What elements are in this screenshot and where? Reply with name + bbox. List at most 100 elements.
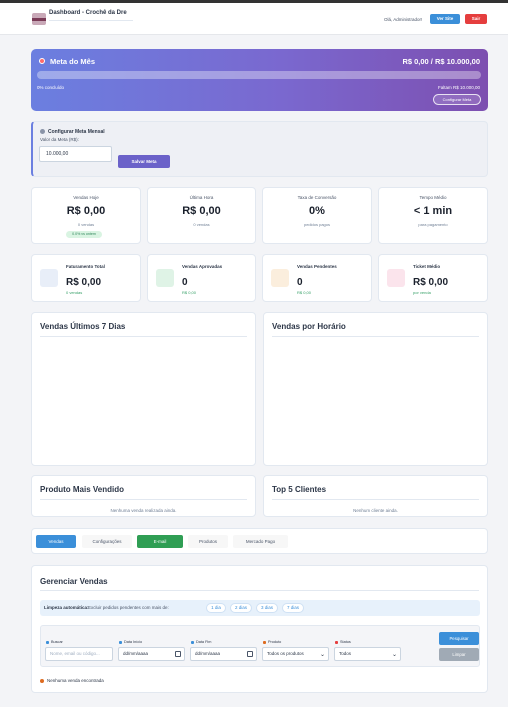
- view-site-button[interactable]: Ver Site: [430, 14, 460, 24]
- product-select[interactable]: Todos os produtos ⌄: [262, 647, 329, 661]
- chevron-down-icon: ⌄: [391, 652, 397, 658]
- goal-percent: 0% concluído: [37, 85, 65, 90]
- kpi-value: R$ 0,00: [413, 277, 449, 288]
- stat-label: Vendas Hoje: [73, 195, 99, 200]
- search-label: Buscar: [46, 640, 63, 644]
- tab-produtos[interactable]: Produtos: [188, 535, 228, 548]
- start-date-label: Data Início: [119, 640, 142, 644]
- panel-title: Vendas Últimos 7 Dias: [40, 322, 126, 331]
- status-select[interactable]: Todos ⌄: [334, 647, 401, 661]
- divider: [272, 336, 479, 337]
- tab-vendas[interactable]: Vendas: [36, 535, 76, 548]
- auto-cleanup-bar: Limpeza automática: Excluir pedidos pend…: [40, 600, 480, 616]
- stat-value: R$ 0,00: [182, 205, 221, 217]
- stat-sub: 0 vendas: [77, 222, 95, 227]
- goal-progress-bar: [37, 71, 481, 79]
- logo: [32, 13, 46, 25]
- empty-message: Nenhuma venda realizada ainda.: [110, 508, 177, 513]
- money-bag-icon: [40, 269, 58, 287]
- kpi-value: 0: [182, 277, 188, 288]
- goal-title: Meta do Mês: [50, 57, 96, 66]
- manage-sales-title: Gerenciar Vendas: [40, 577, 108, 586]
- stat-label: Tempo Médio: [419, 195, 447, 200]
- goal-value-input[interactable]: 10.000,00: [39, 146, 112, 162]
- cleanup-text: Excluir pedidos pendentes com mais de:: [88, 605, 169, 610]
- panel-title: Produto Mais Vendido: [40, 485, 125, 494]
- manage-sales-panel: Gerenciar Vendas Limpeza automática: Exc…: [31, 565, 488, 693]
- kpi-card-pending: Vendas Pendentes 0 R$ 0,00: [262, 254, 372, 302]
- filters-panel: Buscar Nome, email ou código... Data Iní…: [40, 625, 480, 667]
- stat-label: Última Hora: [189, 195, 214, 200]
- stat-sub: pedidos pagos: [303, 222, 331, 227]
- divider: [272, 499, 479, 500]
- kpi-sub: R$ 0,00: [297, 290, 312, 295]
- kpi-label: Faturamento Total: [66, 264, 105, 269]
- stat-card-last-hour: Última Hora R$ 0,00 0 vendas: [147, 187, 256, 244]
- empty-message: Nenhum cliente ainda.: [353, 508, 398, 513]
- top-header: Dashboard - Crochê da Dre Olá, Administr…: [0, 3, 508, 35]
- kpi-sub: R$ 0,00: [182, 290, 197, 295]
- cleanup-2-days-button[interactable]: 2 dias: [230, 603, 252, 613]
- monthly-goal-banner: Meta do Mês R$ 0,00 / R$ 10.000,00 0% co…: [31, 49, 488, 111]
- gear-icon: [40, 129, 45, 134]
- bar-chart-icon: [387, 269, 405, 287]
- no-sales-message: Nenhuma venda encontrada: [40, 678, 104, 683]
- sales-week-panel: Vendas Últimos 7 Dias: [31, 312, 256, 466]
- end-date-input[interactable]: dd/mm/aaaa: [190, 647, 257, 661]
- stat-card-conversion: Taxa de Conversão 0% pedidos pagos: [262, 187, 372, 244]
- panel-title: Top 5 Clientes: [272, 485, 327, 494]
- goal-remaining: Faltam R$ 10.000,00: [437, 85, 480, 90]
- page-title: Dashboard - Crochê da Dre: [49, 10, 127, 16]
- goal-amount: R$ 0,00 / R$ 10.000,00: [402, 57, 480, 66]
- goal-config-panel: Configurar Meta Mensal Valor da Meta (R$…: [31, 121, 488, 177]
- hourglass-icon: [271, 269, 289, 287]
- tab-email[interactable]: E-mail: [137, 535, 183, 548]
- cleanup-1-day-button[interactable]: 1 dia: [206, 603, 226, 613]
- stat-card-today: Vendas Hoje R$ 0,00 0 vendas 0.0% vs ont…: [31, 187, 141, 244]
- stat-sub: 0 vendas: [193, 222, 210, 227]
- kpi-value: 0: [297, 277, 303, 288]
- goal-value-label: Valor da Meta (R$):: [40, 137, 79, 142]
- save-goal-button[interactable]: Salvar Meta: [118, 155, 170, 168]
- search-input[interactable]: Nome, email ou código...: [45, 647, 113, 661]
- divider: [40, 499, 247, 500]
- tab-mercado-pago[interactable]: Mercado Pago: [233, 535, 288, 548]
- kpi-label: Ticket Médio: [413, 264, 441, 269]
- calendar-icon: [247, 651, 253, 657]
- kpi-label: Vendas Aprovadas: [182, 264, 223, 269]
- target-icon: [39, 58, 45, 64]
- configure-goal-button[interactable]: Configurar Meta: [433, 94, 481, 105]
- chevron-down-icon: ⌄: [319, 652, 325, 658]
- end-date-label: Data Fim: [191, 640, 211, 644]
- cleanup-7-days-button[interactable]: 7 dias: [282, 603, 304, 613]
- trend-badge: 0.0% vs ontem: [66, 231, 102, 238]
- kpi-sub: por venda: [413, 290, 431, 295]
- sales-hour-panel: Vendas por Horário: [263, 312, 488, 466]
- calendar-icon: [175, 651, 181, 657]
- top-product-panel: Produto Mais Vendido Nenhuma venda reali…: [31, 475, 256, 517]
- divider: [40, 336, 247, 337]
- user-greeting: Olá, Administrador!: [384, 17, 423, 22]
- status-label: Status: [335, 640, 351, 644]
- product-label: Produto: [263, 640, 281, 644]
- kpi-card-approved: Vendas Aprovadas 0 R$ 0,00: [147, 254, 256, 302]
- logout-button[interactable]: Sair: [465, 14, 487, 24]
- stat-value: R$ 0,00: [66, 205, 106, 217]
- check-icon: [156, 269, 174, 287]
- divider: [40, 590, 479, 591]
- clear-button[interactable]: Limpar: [439, 648, 479, 661]
- title-divider: [49, 20, 133, 21]
- kpi-value: R$ 0,00: [66, 277, 102, 288]
- tab-configuracoes[interactable]: Configurações: [82, 535, 132, 548]
- cleanup-3-days-button[interactable]: 3 dias: [256, 603, 278, 613]
- stat-value: < 1 min: [413, 205, 453, 217]
- kpi-card-ticket: Ticket Médio R$ 0,00 por venda: [378, 254, 488, 302]
- start-date-input[interactable]: dd/mm/aaaa: [118, 647, 185, 661]
- stat-label: Taxa de Conversão: [297, 195, 337, 200]
- top-clients-panel: Top 5 Clientes Nenhum cliente ainda.: [263, 475, 488, 517]
- kpi-card-revenue: Faturamento Total R$ 0,00 0 vendas: [31, 254, 141, 302]
- warning-icon: [40, 678, 44, 683]
- search-button[interactable]: Pesquisar: [439, 632, 479, 645]
- cleanup-label: Limpeza automática:: [44, 605, 89, 610]
- goal-config-title: Configurar Meta Mensal: [48, 129, 105, 135]
